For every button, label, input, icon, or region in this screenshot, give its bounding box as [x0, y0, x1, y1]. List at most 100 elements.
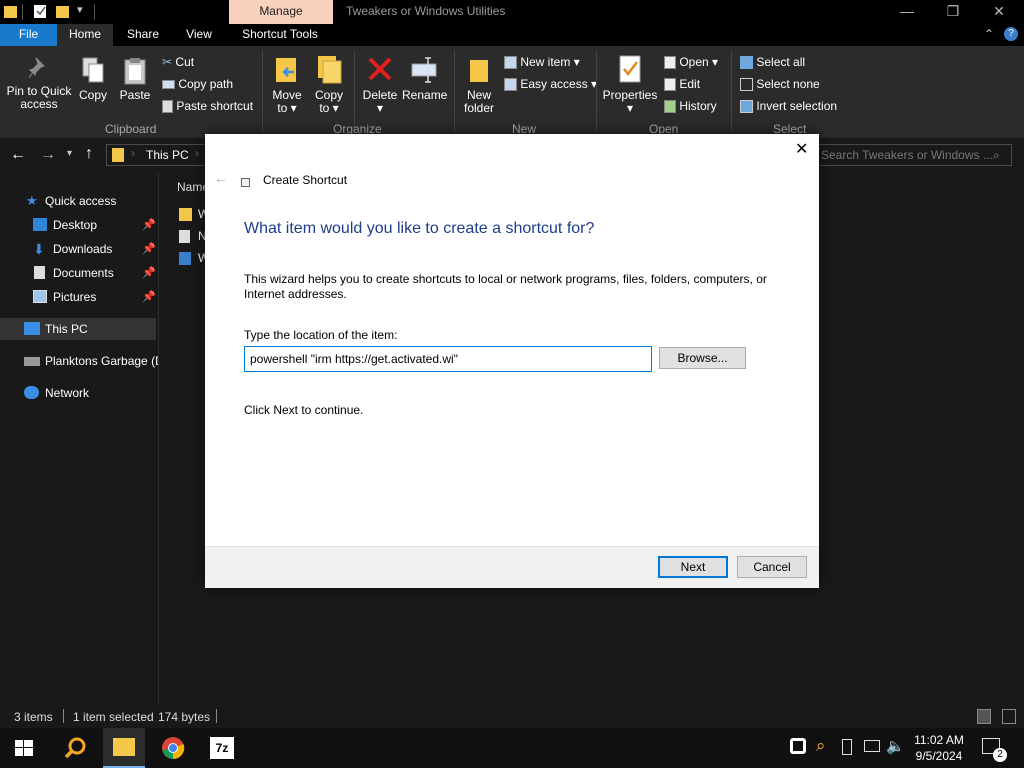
windows-start-icon[interactable] [15, 740, 33, 756]
tab-shortcut-tools[interactable]: Shortcut Tools [232, 24, 328, 46]
close-window-button[interactable]: ✕ [976, 0, 1022, 24]
back-arrow-icon[interactable]: ← [214, 170, 228, 186]
status-selection: 1 item selected [73, 710, 154, 724]
customize-quick-access-icon[interactable]: ▾ [77, 3, 83, 16]
new-folder-quick-icon[interactable] [56, 4, 69, 19]
properties-button[interactable]: Properties ▾ [602, 54, 658, 115]
status-item-count: 3 items [14, 710, 53, 724]
paste-shortcut-button[interactable]: Paste shortcut [162, 99, 253, 114]
folder-icon [179, 208, 192, 221]
pin-to-quick-access-button[interactable]: Pin to Quick access [4, 56, 74, 111]
edit-button[interactable]: Edit [664, 77, 700, 92]
dialog-footer: Next Cancel [205, 546, 819, 588]
next-button[interactable]: Next [658, 556, 728, 578]
document-icon [34, 266, 45, 279]
up-arrow-icon[interactable]: ↑ [85, 145, 93, 163]
properties-quick-icon[interactable] [34, 4, 47, 19]
back-arrow-icon[interactable]: ← [10, 146, 26, 164]
search-tray-icon[interactable]: ⌕ [816, 736, 826, 756]
location-label: Type the location of the item: [244, 328, 398, 342]
breadcrumb-this-pc[interactable]: This PC [146, 148, 189, 162]
location-input[interactable]: powershell "irm https://get.activated.wi… [244, 346, 652, 372]
browse-button[interactable]: Browse... [659, 347, 746, 369]
recent-locations-icon[interactable]: ▾ [67, 148, 72, 159]
nav-drive-d[interactable]: Planktons Garbage (D [0, 350, 158, 372]
file-explorer-icon [113, 738, 135, 756]
folder-icon [112, 148, 124, 162]
navigation-pane: ★ Quick access Desktop 📌 ⬇ Downloads 📌 D… [0, 172, 158, 704]
clipboard-group-label: Clipboard [105, 122, 157, 136]
security-tray-icon[interactable] [790, 738, 806, 754]
easy-access-icon [504, 78, 517, 92]
volume-muted-icon[interactable]: 🔈 [886, 737, 905, 755]
pinned-icon: 📌 [142, 219, 156, 231]
dialog-heading: What item would you like to create a sho… [244, 220, 595, 237]
tab-view[interactable]: View [176, 24, 222, 46]
copy-to-button[interactable]: Copy to ▾ [312, 54, 346, 115]
open-button[interactable]: Open ▾ [664, 55, 718, 70]
select-all-icon [740, 56, 753, 70]
tab-home[interactable]: Home [57, 24, 113, 46]
tab-file[interactable]: File [0, 24, 57, 46]
star-icon: ★ [26, 193, 38, 208]
rename-button[interactable]: Rename [402, 54, 447, 102]
invert-selection-icon [740, 100, 753, 114]
cut-button[interactable]: ✂ Cut [162, 55, 194, 69]
select-all-button[interactable]: Select all [740, 55, 805, 70]
details-view-icon[interactable] [977, 709, 991, 724]
properties-icon [619, 55, 641, 83]
large-icons-view-icon[interactable] [1002, 709, 1016, 724]
address-bar[interactable]: › This PC › [106, 144, 206, 166]
invert-selection-button[interactable]: Invert selection [740, 99, 837, 114]
copy-path-button[interactable]: Copy path [162, 77, 233, 91]
pinned-icon: 📌 [142, 267, 156, 279]
usb-tray-icon[interactable] [842, 739, 852, 755]
nav-quick-access[interactable]: ★ Quick access [0, 190, 158, 212]
nav-downloads[interactable]: ⬇ Downloads 📌 [0, 238, 158, 260]
maximize-button[interactable]: ❐ [930, 0, 976, 24]
nav-this-pc[interactable]: This PC [0, 318, 156, 340]
nav-pictures[interactable]: Pictures 📌 [0, 286, 158, 308]
tab-share[interactable]: Share [120, 24, 166, 46]
new-folder-button[interactable]: New folder [460, 54, 498, 115]
history-button[interactable]: History [664, 99, 717, 114]
collapse-ribbon-icon[interactable]: ⌃ [984, 27, 994, 41]
clock-time: 11:02 AM [914, 733, 964, 747]
chrome-icon[interactable] [161, 736, 185, 760]
clock[interactable]: 11:02 AM 9/5/2024 [906, 732, 972, 764]
search-icon[interactable] [63, 736, 87, 760]
minimize-button[interactable]: — [884, 0, 930, 24]
taskbar-file-explorer[interactable] [103, 728, 145, 768]
new-folder-icon [470, 60, 488, 82]
search-input[interactable]: Search Tweakers or Windows ... ⌕ [816, 144, 1012, 166]
forward-arrow-icon[interactable]: → [40, 146, 56, 164]
copy-button[interactable]: Copy [76, 56, 110, 102]
cancel-button[interactable]: Cancel [737, 556, 807, 578]
nav-desktop[interactable]: Desktop 📌 [0, 214, 158, 236]
breadcrumb-separator-icon: › [195, 146, 199, 160]
select-none-icon [740, 78, 753, 92]
easy-access-button[interactable]: Easy access ▾ [504, 77, 597, 92]
paste-shortcut-icon [162, 100, 173, 114]
nav-network[interactable]: Network [0, 382, 158, 404]
network-tray-icon[interactable] [864, 740, 880, 752]
window-title: Tweakers or Windows Utilities [346, 4, 506, 18]
paste-button[interactable]: Paste [118, 56, 152, 102]
7zip-icon[interactable]: 7z [210, 737, 234, 759]
new-item-button[interactable]: New item ▾ [504, 55, 580, 70]
create-shortcut-dialog: ✕ ← Create Shortcut What item would you … [205, 134, 819, 588]
dialog-close-button[interactable]: ✕ [795, 139, 808, 159]
move-to-button[interactable]: Move to ▾ [270, 54, 304, 115]
dialog-title: Create Shortcut [263, 173, 348, 187]
tab-manage[interactable]: Manage [229, 0, 333, 24]
nav-documents[interactable]: Documents 📌 [0, 262, 158, 284]
computer-icon [24, 322, 40, 335]
rename-icon [411, 57, 437, 83]
dialog-description: This wizard helps you to create shortcut… [244, 272, 767, 301]
help-icon[interactable]: ? [1004, 27, 1018, 41]
copy-icon [82, 57, 104, 83]
delete-button[interactable]: Delete ▾ [360, 54, 400, 115]
select-none-button[interactable]: Select none [740, 77, 820, 92]
pinned-icon: 📌 [142, 243, 156, 255]
title-bar: ▾ Manage Tweakers or Windows Utilities —… [0, 0, 1024, 24]
